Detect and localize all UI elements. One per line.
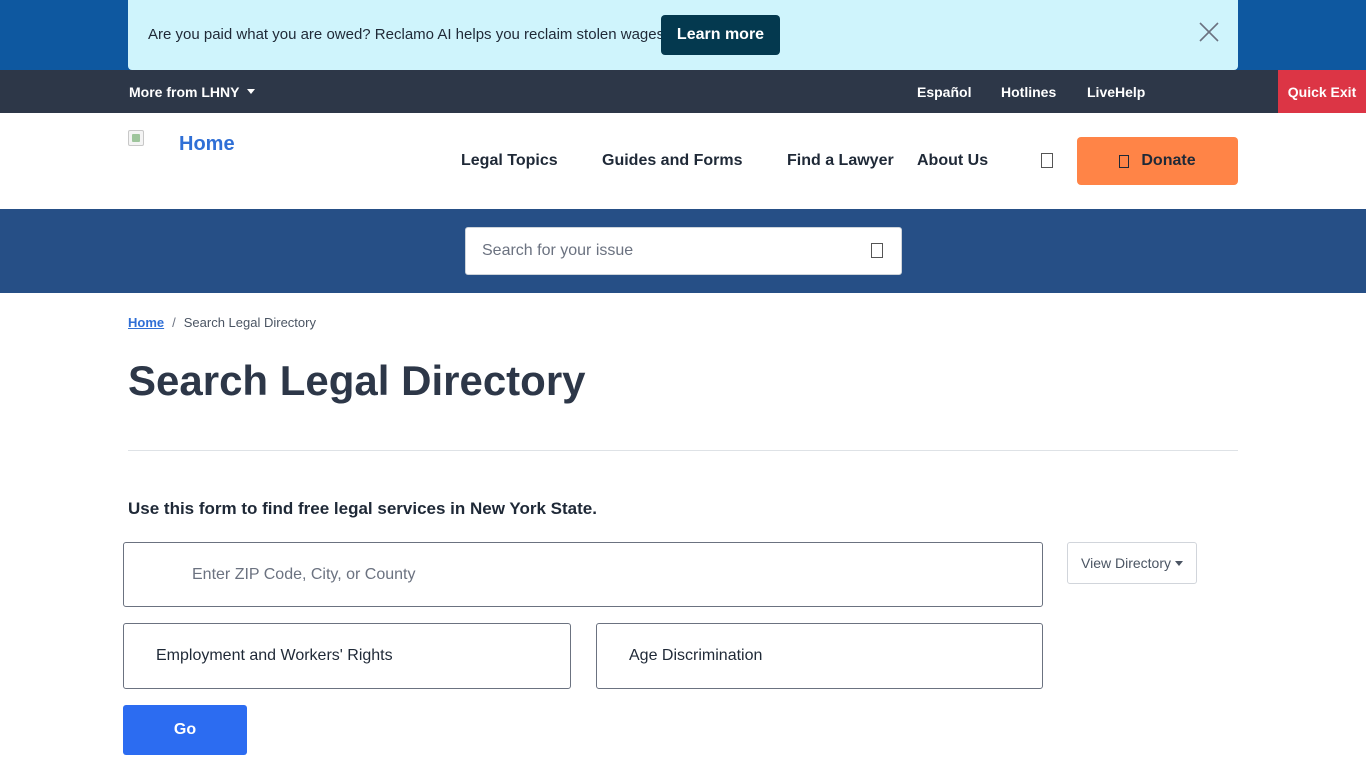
go-button[interactable]: Go <box>123 705 247 755</box>
utility-bar: More from LHNY Español Hotlines LiveHelp… <box>0 70 1366 113</box>
subcategory-select[interactable]: Age Discrimination <box>596 623 1043 689</box>
donate-button[interactable]: Donate <box>1077 137 1238 185</box>
divider <box>128 450 1238 451</box>
site-header: Home Legal Topics Guides and Forms Find … <box>0 113 1366 209</box>
form-intro-text: Use this form to find free legal service… <box>128 499 597 518</box>
page-title: Search Legal Directory <box>128 357 586 404</box>
promo-alert: Are you paid what you are owed? Reclamo … <box>128 0 1238 70</box>
promo-banner-band: Are you paid what you are owed? Reclamo … <box>0 0 1366 70</box>
nav-about-us[interactable]: About Us <box>917 152 988 170</box>
site-search-box <box>465 227 902 275</box>
espanol-link[interactable]: Español <box>917 84 971 100</box>
breadcrumb: Home / Search Legal Directory <box>128 315 316 330</box>
category-select-value: Employment and Workers' Rights <box>156 647 393 664</box>
breadcrumb-current: Search Legal Directory <box>183 315 316 330</box>
more-from-lhny-dropdown[interactable]: More from LHNY <box>129 84 256 100</box>
search-icon[interactable] <box>1041 153 1053 168</box>
nav-legal-topics[interactable]: Legal Topics <box>461 152 558 170</box>
breadcrumb-separator: / <box>172 315 176 330</box>
learn-more-button[interactable]: Learn more <box>661 15 780 55</box>
close-icon[interactable] <box>1199 22 1219 42</box>
site-search-band <box>0 209 1366 293</box>
chevron-down-icon <box>1175 560 1183 566</box>
site-search-input[interactable] <box>466 228 846 274</box>
donate-label: Donate <box>1141 152 1196 169</box>
search-icon[interactable] <box>871 243 883 258</box>
view-directory-label: View Directory <box>1081 555 1171 571</box>
breadcrumb-home-link[interactable]: Home <box>128 315 164 330</box>
location-input[interactable] <box>124 543 1042 606</box>
view-directory-dropdown[interactable]: View Directory <box>1067 542 1197 584</box>
heart-icon <box>1119 154 1130 168</box>
subcategory-select-value: Age Discrimination <box>629 647 763 664</box>
nav-find-a-lawyer[interactable]: Find a Lawyer <box>787 152 894 170</box>
hotlines-link[interactable]: Hotlines <box>1001 84 1056 100</box>
promo-text: Are you paid what you are owed? Reclamo … <box>148 26 669 43</box>
logo-home-link[interactable]: Home <box>179 133 235 156</box>
broken-image-icon[interactable] <box>128 130 144 146</box>
category-select[interactable]: Employment and Workers' Rights <box>123 623 571 689</box>
livehelp-link[interactable]: LiveHelp <box>1087 84 1145 100</box>
location-field <box>123 542 1043 607</box>
nav-guides-and-forms[interactable]: Guides and Forms <box>602 152 742 170</box>
quick-exit-button[interactable]: Quick Exit <box>1278 70 1366 113</box>
more-from-label: More from LHNY <box>129 84 240 100</box>
chevron-down-icon <box>247 89 256 94</box>
